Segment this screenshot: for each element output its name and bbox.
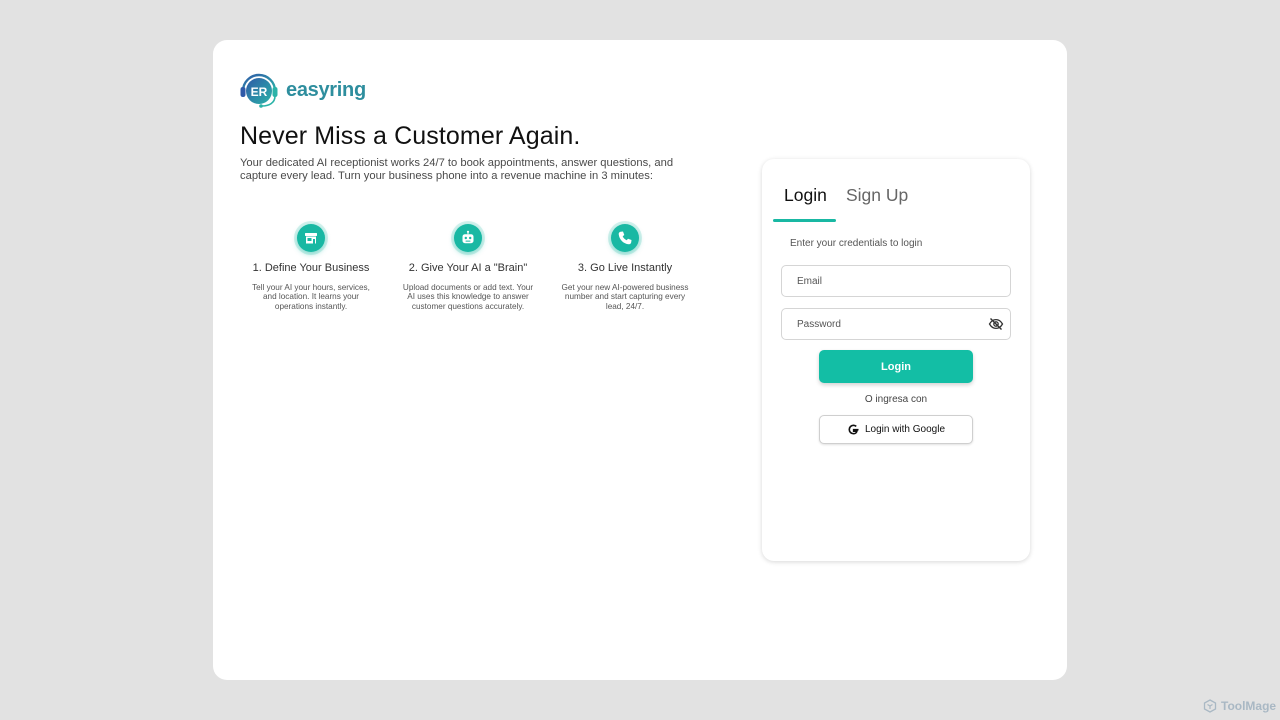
step-go-live: 3. Go Live Instantly Get your new AI-pow… xyxy=(555,224,695,311)
password-input[interactable] xyxy=(782,309,1010,339)
page-title: Never Miss a Customer Again. xyxy=(240,122,581,150)
main-card: ER easyring Never Miss a Customer Again.… xyxy=(213,40,1067,680)
watermark-label: ToolMage xyxy=(1221,699,1277,713)
tab-login[interactable]: Login xyxy=(784,185,827,206)
phone-icon xyxy=(611,224,639,252)
step-title: 2. Give Your AI a "Brain" xyxy=(408,262,528,274)
step-title: 1. Define Your Business xyxy=(252,262,370,274)
step-description: Upload documents or add text. Your AI us… xyxy=(402,283,534,311)
hero-subtitle: Your dedicated AI receptionist works 24/… xyxy=(240,157,674,182)
google-icon xyxy=(848,424,859,435)
toolmage-logo-icon xyxy=(1203,699,1217,713)
brand-logo-text: ER xyxy=(251,85,268,99)
watermark: ToolMage xyxy=(1203,699,1276,713)
steps-list: 1. Define Your Business Tell your AI you… xyxy=(240,224,710,324)
step-ai-brain: 2. Give Your AI a "Brain" Upload documen… xyxy=(398,224,538,311)
step-description: Tell your AI your hours, services, and l… xyxy=(252,283,370,311)
step-define-business: 1. Define Your Business Tell your AI you… xyxy=(241,224,381,311)
login-hint: Enter your credentials to login xyxy=(790,238,923,249)
robot-icon xyxy=(454,224,482,252)
password-field xyxy=(781,308,1011,340)
step-title: 3. Go Live Instantly xyxy=(577,262,673,274)
auth-panel: Login Sign Up Enter your credentials to … xyxy=(762,159,1030,561)
tab-signup[interactable]: Sign Up xyxy=(846,185,908,206)
email-input[interactable] xyxy=(782,266,1010,296)
eye-off-icon[interactable] xyxy=(988,316,1004,332)
google-login-button[interactable]: Login with Google xyxy=(819,415,973,444)
brand: ER easyring xyxy=(240,72,366,108)
email-field xyxy=(781,265,1011,297)
or-divider-text: O ingresa con xyxy=(864,394,928,405)
store-icon xyxy=(297,224,325,252)
active-tab-indicator xyxy=(773,219,836,222)
step-description: Get your new AI-powered business number … xyxy=(561,283,689,311)
google-button-label: Login with Google xyxy=(864,424,946,435)
brand-name: easyring xyxy=(286,78,366,101)
login-button[interactable]: Login xyxy=(819,350,973,383)
headset-logo-icon: ER xyxy=(240,73,278,108)
